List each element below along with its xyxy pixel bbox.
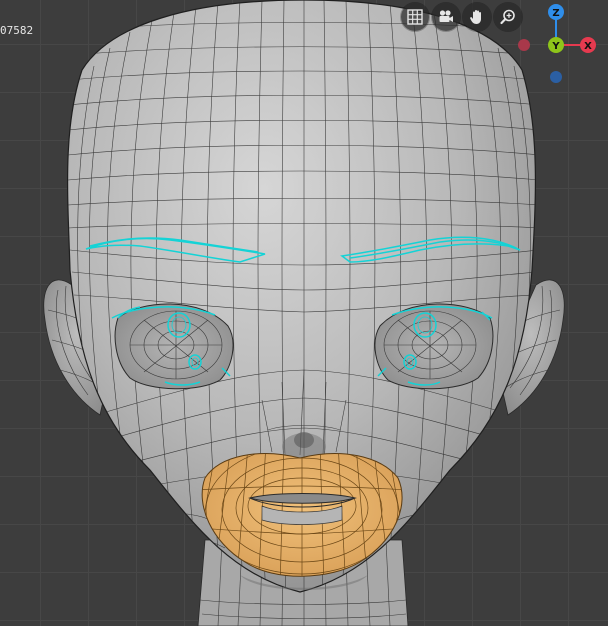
- viewport-navigation: [401, 3, 522, 31]
- head-mesh-scene[interactable]: [0, 0, 608, 626]
- 3d-viewport[interactable]: 07582 Z Y X: [0, 0, 608, 626]
- toggle-grid-button[interactable]: [401, 3, 429, 31]
- y-axis-label: Y: [551, 41, 560, 52]
- x-axis-handle[interactable]: X: [580, 37, 596, 53]
- x-negative-handle[interactable]: [518, 39, 530, 51]
- z-negative-handle[interactable]: [550, 71, 562, 83]
- left-eye-socket: [114, 303, 234, 390]
- camera-view-button[interactable]: [432, 3, 460, 31]
- right-eye-socket: [374, 303, 494, 390]
- axis-gizmo[interactable]: Z Y X: [510, 0, 608, 90]
- pan-view-button[interactable]: [463, 3, 491, 31]
- camera-icon: [439, 10, 453, 22]
- x-axis-label: X: [584, 41, 592, 52]
- hand-icon: [470, 10, 481, 24]
- z-axis-label: Z: [552, 8, 559, 19]
- y-axis-handle[interactable]: Y: [548, 37, 564, 53]
- z-axis-handle[interactable]: Z: [548, 4, 564, 20]
- frame-readout: 07582: [0, 24, 34, 37]
- grid-icon: [407, 9, 423, 25]
